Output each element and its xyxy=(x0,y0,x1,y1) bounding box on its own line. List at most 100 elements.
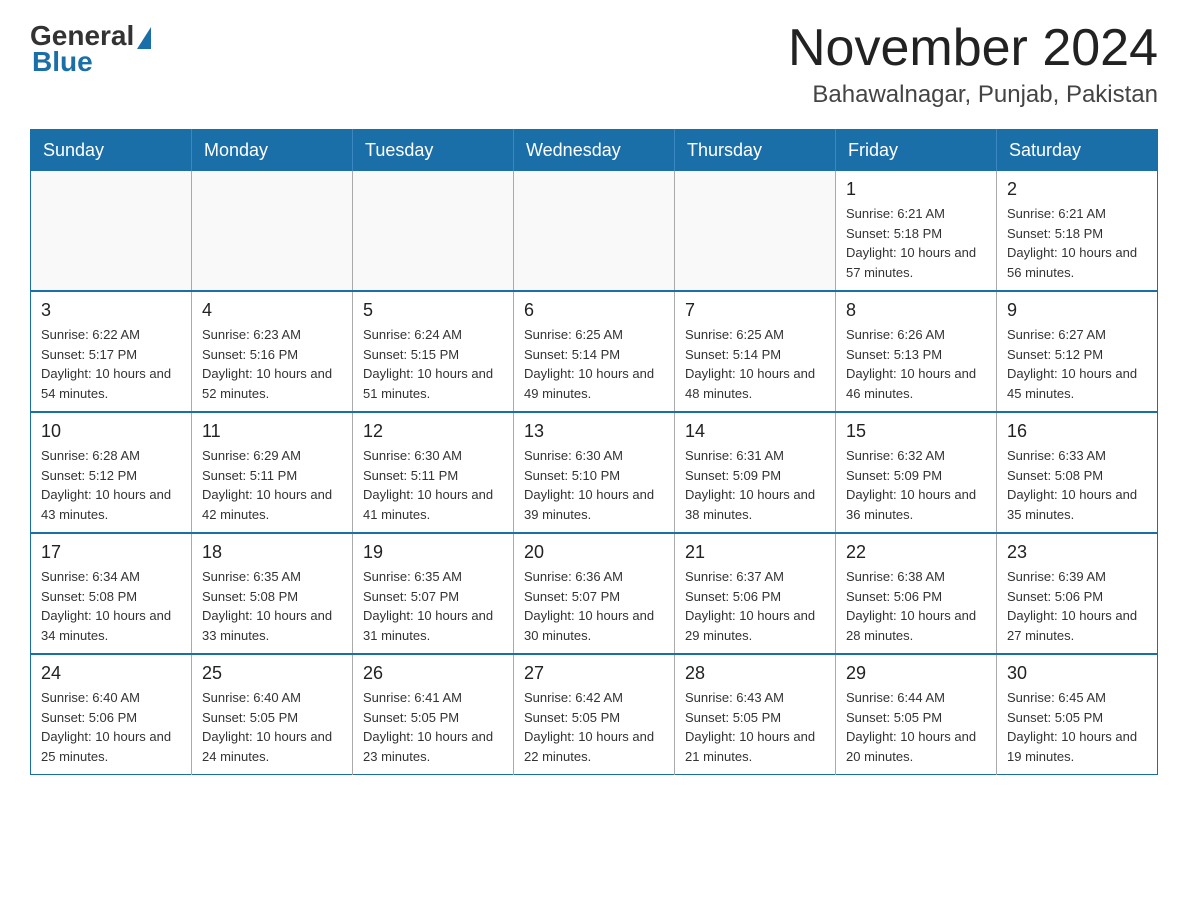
day-number: 10 xyxy=(41,421,181,442)
calendar-week-4: 17 Sunrise: 6:34 AM Sunset: 5:08 PM Dayli… xyxy=(31,533,1158,654)
day-info: Sunrise: 6:35 AM Sunset: 5:07 PM Dayligh… xyxy=(363,567,503,645)
day-number: 25 xyxy=(202,663,342,684)
calendar-cell: 6 Sunrise: 6:25 AM Sunset: 5:14 PM Daylig… xyxy=(514,291,675,412)
calendar-cell: 28 Sunrise: 6:43 AM Sunset: 5:05 PM Dayli… xyxy=(675,654,836,775)
day-number: 5 xyxy=(363,300,503,321)
day-info: Sunrise: 6:31 AM Sunset: 5:09 PM Dayligh… xyxy=(685,446,825,524)
calendar-cell: 11 Sunrise: 6:29 AM Sunset: 5:11 PM Dayli… xyxy=(192,412,353,533)
month-title: November 2024 xyxy=(788,20,1158,77)
weekday-header-wednesday: Wednesday xyxy=(514,130,675,172)
day-number: 15 xyxy=(846,421,986,442)
day-info: Sunrise: 6:25 AM Sunset: 5:14 PM Dayligh… xyxy=(685,325,825,403)
calendar-week-1: 1 Sunrise: 6:21 AM Sunset: 5:18 PM Daylig… xyxy=(31,171,1158,291)
day-info: Sunrise: 6:32 AM Sunset: 5:09 PM Dayligh… xyxy=(846,446,986,524)
calendar-cell xyxy=(353,171,514,291)
weekday-header-friday: Friday xyxy=(836,130,997,172)
day-number: 3 xyxy=(41,300,181,321)
calendar-week-5: 24Sunrise: 6:40 AM Sunset: 5:06 PM Dayli… xyxy=(31,654,1158,775)
day-info: Sunrise: 6:21 AM Sunset: 5:18 PM Dayligh… xyxy=(1007,204,1147,282)
day-info: Sunrise: 6:36 AM Sunset: 5:07 PM Dayligh… xyxy=(524,567,664,645)
calendar-cell: 10 Sunrise: 6:28 AM Sunset: 5:12 PM Dayli… xyxy=(31,412,192,533)
calendar-cell: 14 Sunrise: 6:31 AM Sunset: 5:09 PM Dayli… xyxy=(675,412,836,533)
day-number: 8 xyxy=(846,300,986,321)
day-info: Sunrise: 6:21 AM Sunset: 5:18 PM Dayligh… xyxy=(846,204,986,282)
day-number: 23 xyxy=(1007,542,1147,563)
weekday-header-saturday: Saturday xyxy=(997,130,1158,172)
day-number: 14 xyxy=(685,421,825,442)
calendar-cell: 22 Sunrise: 6:38 AM Sunset: 5:06 PM Dayli… xyxy=(836,533,997,654)
calendar-cell: 16Sunrise: 6:33 AM Sunset: 5:08 PM Dayli… xyxy=(997,412,1158,533)
day-number: 7 xyxy=(685,300,825,321)
calendar-cell: 7 Sunrise: 6:25 AM Sunset: 5:14 PM Daylig… xyxy=(675,291,836,412)
day-number: 17 xyxy=(41,542,181,563)
location-title: Bahawalnagar, Punjab, Pakistan xyxy=(788,81,1158,109)
day-info: Sunrise: 6:35 AM Sunset: 5:08 PM Dayligh… xyxy=(202,567,342,645)
day-info: Sunrise: 6:27 AM Sunset: 5:12 PM Dayligh… xyxy=(1007,325,1147,403)
weekday-header-sunday: Sunday xyxy=(31,130,192,172)
calendar-cell: 26 Sunrise: 6:41 AM Sunset: 5:05 PM Dayli… xyxy=(353,654,514,775)
logo-blue-text: Blue xyxy=(32,46,93,78)
day-number: 28 xyxy=(685,663,825,684)
day-info: Sunrise: 6:33 AM Sunset: 5:08 PM Dayligh… xyxy=(1007,446,1147,524)
calendar-cell: 27Sunrise: 6:42 AM Sunset: 5:05 PM Dayli… xyxy=(514,654,675,775)
day-info: Sunrise: 6:23 AM Sunset: 5:16 PM Dayligh… xyxy=(202,325,342,403)
day-info: Sunrise: 6:45 AM Sunset: 5:05 PM Dayligh… xyxy=(1007,688,1147,766)
day-info: Sunrise: 6:39 AM Sunset: 5:06 PM Dayligh… xyxy=(1007,567,1147,645)
calendar-cell: 3Sunrise: 6:22 AM Sunset: 5:17 PM Daylig… xyxy=(31,291,192,412)
calendar-cell: 25 Sunrise: 6:40 AM Sunset: 5:05 PM Dayli… xyxy=(192,654,353,775)
day-info: Sunrise: 6:40 AM Sunset: 5:06 PM Dayligh… xyxy=(41,688,181,766)
calendar-cell xyxy=(31,171,192,291)
calendar-cell xyxy=(192,171,353,291)
calendar-cell: 2Sunrise: 6:21 AM Sunset: 5:18 PM Daylig… xyxy=(997,171,1158,291)
day-number: 30 xyxy=(1007,663,1147,684)
weekday-header-tuesday: Tuesday xyxy=(353,130,514,172)
calendar-cell: 30 Sunrise: 6:45 AM Sunset: 5:05 PM Dayli… xyxy=(997,654,1158,775)
day-info: Sunrise: 6:26 AM Sunset: 5:13 PM Dayligh… xyxy=(846,325,986,403)
calendar-cell: 18Sunrise: 6:35 AM Sunset: 5:08 PM Dayli… xyxy=(192,533,353,654)
calendar-cell: 13 Sunrise: 6:30 AM Sunset: 5:10 PM Dayli… xyxy=(514,412,675,533)
day-number: 29 xyxy=(846,663,986,684)
calendar-cell: 20Sunrise: 6:36 AM Sunset: 5:07 PM Dayli… xyxy=(514,533,675,654)
day-number: 9 xyxy=(1007,300,1147,321)
day-number: 13 xyxy=(524,421,664,442)
calendar-cell: 5Sunrise: 6:24 AM Sunset: 5:15 PM Daylig… xyxy=(353,291,514,412)
day-number: 1 xyxy=(846,179,986,200)
day-number: 19 xyxy=(363,542,503,563)
day-number: 12 xyxy=(363,421,503,442)
day-info: Sunrise: 6:30 AM Sunset: 5:10 PM Dayligh… xyxy=(524,446,664,524)
calendar-cell: 21Sunrise: 6:37 AM Sunset: 5:06 PM Dayli… xyxy=(675,533,836,654)
calendar-week-3: 10 Sunrise: 6:28 AM Sunset: 5:12 PM Dayli… xyxy=(31,412,1158,533)
day-info: Sunrise: 6:38 AM Sunset: 5:06 PM Dayligh… xyxy=(846,567,986,645)
calendar-cell: 24Sunrise: 6:40 AM Sunset: 5:06 PM Dayli… xyxy=(31,654,192,775)
calendar-cell: 9 Sunrise: 6:27 AM Sunset: 5:12 PM Daylig… xyxy=(997,291,1158,412)
day-info: Sunrise: 6:44 AM Sunset: 5:05 PM Dayligh… xyxy=(846,688,986,766)
calendar-cell: 1 Sunrise: 6:21 AM Sunset: 5:18 PM Daylig… xyxy=(836,171,997,291)
day-number: 6 xyxy=(524,300,664,321)
logo-triangle-icon xyxy=(137,27,151,49)
day-info: Sunrise: 6:41 AM Sunset: 5:05 PM Dayligh… xyxy=(363,688,503,766)
calendar-cell xyxy=(675,171,836,291)
calendar-table: SundayMondayTuesdayWednesdayThursdayFrid… xyxy=(30,129,1158,775)
calendar-cell: 17 Sunrise: 6:34 AM Sunset: 5:08 PM Dayli… xyxy=(31,533,192,654)
calendar-cell xyxy=(514,171,675,291)
day-number: 22 xyxy=(846,542,986,563)
weekday-header-monday: Monday xyxy=(192,130,353,172)
day-info: Sunrise: 6:43 AM Sunset: 5:05 PM Dayligh… xyxy=(685,688,825,766)
calendar-cell: 15 Sunrise: 6:32 AM Sunset: 5:09 PM Dayli… xyxy=(836,412,997,533)
day-info: Sunrise: 6:34 AM Sunset: 5:08 PM Dayligh… xyxy=(41,567,181,645)
calendar-cell: 19 Sunrise: 6:35 AM Sunset: 5:07 PM Dayli… xyxy=(353,533,514,654)
day-number: 21 xyxy=(685,542,825,563)
calendar-cell: 12 Sunrise: 6:30 AM Sunset: 5:11 PM Dayli… xyxy=(353,412,514,533)
calendar-cell: 4Sunrise: 6:23 AM Sunset: 5:16 PM Daylig… xyxy=(192,291,353,412)
day-info: Sunrise: 6:40 AM Sunset: 5:05 PM Dayligh… xyxy=(202,688,342,766)
calendar-cell: 29 Sunrise: 6:44 AM Sunset: 5:05 PM Dayli… xyxy=(836,654,997,775)
day-info: Sunrise: 6:25 AM Sunset: 5:14 PM Dayligh… xyxy=(524,325,664,403)
day-info: Sunrise: 6:29 AM Sunset: 5:11 PM Dayligh… xyxy=(202,446,342,524)
weekday-header-thursday: Thursday xyxy=(675,130,836,172)
day-info: Sunrise: 6:30 AM Sunset: 5:11 PM Dayligh… xyxy=(363,446,503,524)
day-number: 26 xyxy=(363,663,503,684)
day-info: Sunrise: 6:28 AM Sunset: 5:12 PM Dayligh… xyxy=(41,446,181,524)
calendar-week-2: 3Sunrise: 6:22 AM Sunset: 5:17 PM Daylig… xyxy=(31,291,1158,412)
calendar-header-row: SundayMondayTuesdayWednesdayThursdayFrid… xyxy=(31,130,1158,172)
day-number: 11 xyxy=(202,421,342,442)
